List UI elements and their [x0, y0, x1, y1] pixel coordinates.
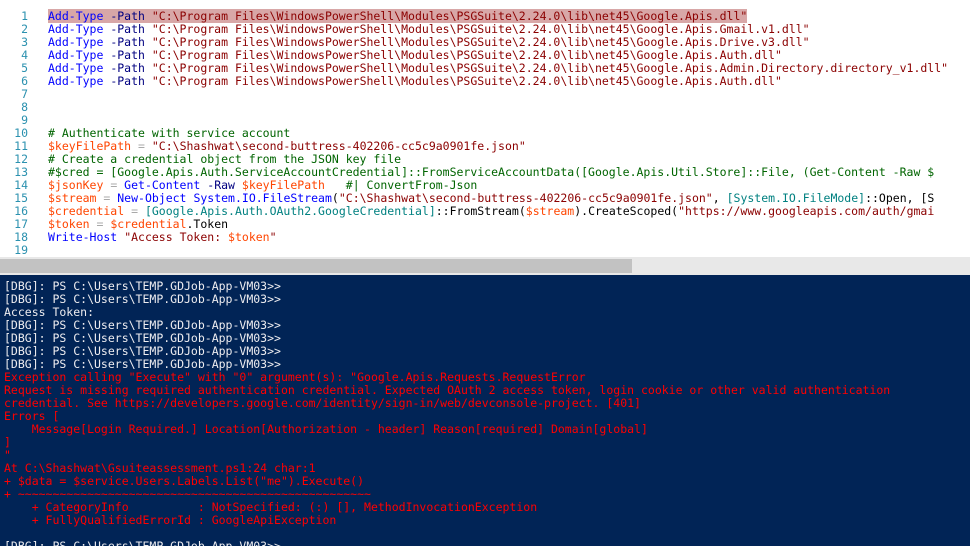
code-token: ::FromStream( — [435, 204, 526, 218]
code-token: "C:\Program Files\WindowsPowerShell\Modu… — [151, 35, 810, 49]
code-token: = — [124, 204, 145, 218]
code-token: "C:\Program Files\WindowsPowerShell\Modu… — [151, 48, 782, 62]
code-token: = — [89, 217, 111, 231]
console-line: credential. See https://developers.googl… — [4, 396, 641, 410]
code-token: #| ConvertFrom-Json — [345, 178, 478, 192]
code-token: $stream — [48, 191, 97, 205]
code-token: "C:\Program Files\WindowsPowerShell\Modu… — [151, 9, 748, 23]
code-line[interactable]: Write-Host "Access Token: $token" — [48, 231, 277, 244]
code-token: [Google.Apis.Auth.OAuth2.GoogleCredentia… — [144, 204, 436, 218]
code-token: -Path — [103, 48, 152, 62]
code-token: .Token — [186, 217, 229, 231]
scrollbar-thumb[interactable] — [0, 259, 632, 273]
code-token: -Path — [103, 35, 152, 49]
script-editor[interactable]: 1234567891011121314151617181920 Add-Type… — [0, 0, 970, 257]
code-token: -Path — [103, 22, 152, 36]
code-token: Get-Content — [124, 178, 201, 192]
code-token: = — [131, 139, 152, 153]
code-token: # Create a credential object from the JS… — [48, 152, 402, 166]
code-token: ).CreateScoped( — [574, 204, 679, 218]
code-token: ( — [331, 191, 339, 205]
code-token: System.IO.FileStream — [193, 191, 332, 205]
horizontal-scrollbar[interactable] — [0, 257, 970, 275]
code-token: $credential — [48, 204, 125, 218]
code-token: "C:\Shashwat\second-buttress-402206-cc5c… — [151, 139, 526, 153]
code-token: = — [96, 191, 118, 205]
code-token: "C:\Program Files\WindowsPowerShell\Modu… — [151, 74, 782, 88]
code-token: [System.IO.FileMode] — [726, 191, 866, 205]
console-line: Message[Login Required.] Location[Author… — [4, 422, 648, 436]
code-token: = — [103, 178, 125, 192]
code-token: Add-Type — [48, 61, 104, 75]
code-token: $keyFilePath — [48, 139, 132, 153]
code-token: $keyFilePath — [241, 178, 325, 192]
code-token: " — [269, 230, 277, 244]
code-token: -Path — [103, 61, 152, 75]
code-token: Add-Type — [48, 48, 104, 62]
code-token: $jsonKey — [48, 178, 104, 192]
code-token: -Path — [103, 9, 152, 23]
code-token: Add-Type — [48, 22, 104, 36]
code-token: New-Object — [117, 191, 187, 205]
code-token: Add-Type — [48, 35, 104, 49]
code-token: "C:\Program Files\WindowsPowerShell\Modu… — [151, 22, 810, 36]
code-token: $token — [228, 230, 270, 244]
code-token: $stream — [525, 204, 575, 218]
console-pane[interactable]: [DBG]: PS C:\Users\TEMP.GDJob-App-VM03>>… — [0, 275, 970, 546]
code-token: -Raw — [200, 178, 242, 192]
code-token: , — [712, 191, 727, 205]
code-token: $credential — [110, 217, 187, 231]
code-token: "C:\Program Files\WindowsPowerShell\Modu… — [151, 61, 949, 75]
console-line: + FullyQualifiedErrorId : GoogleApiExcep… — [4, 513, 337, 527]
console-line: [DBG]: PS C:\Users\TEMP.GDJob-App-VM03>> — [4, 539, 281, 546]
code-token: $token — [48, 217, 90, 231]
code-token: "C:\Shashwat\second-buttress-402206-cc5c… — [338, 191, 713, 205]
line-number-gutter: 1234567891011121314151617181920 — [0, 0, 38, 257]
code-token: Add-Type — [48, 9, 104, 23]
code-token: "https://www.googleapis.com/auth/gmai — [678, 204, 935, 218]
code-token: Add-Type — [48, 74, 104, 88]
code-token: Write-Host — [48, 230, 118, 244]
code-token: -Path — [103, 74, 152, 88]
code-token: ::Open, [S — [865, 191, 935, 205]
code-token: "Access Token: — [124, 230, 229, 244]
code-line[interactable]: Add-Type -Path "C:\Program Files\Windows… — [48, 75, 782, 88]
code-token: # Authenticate with service account — [48, 126, 291, 140]
code-token: #$cred = [Google.Apis.Auth.ServiceAccoun… — [48, 165, 935, 179]
